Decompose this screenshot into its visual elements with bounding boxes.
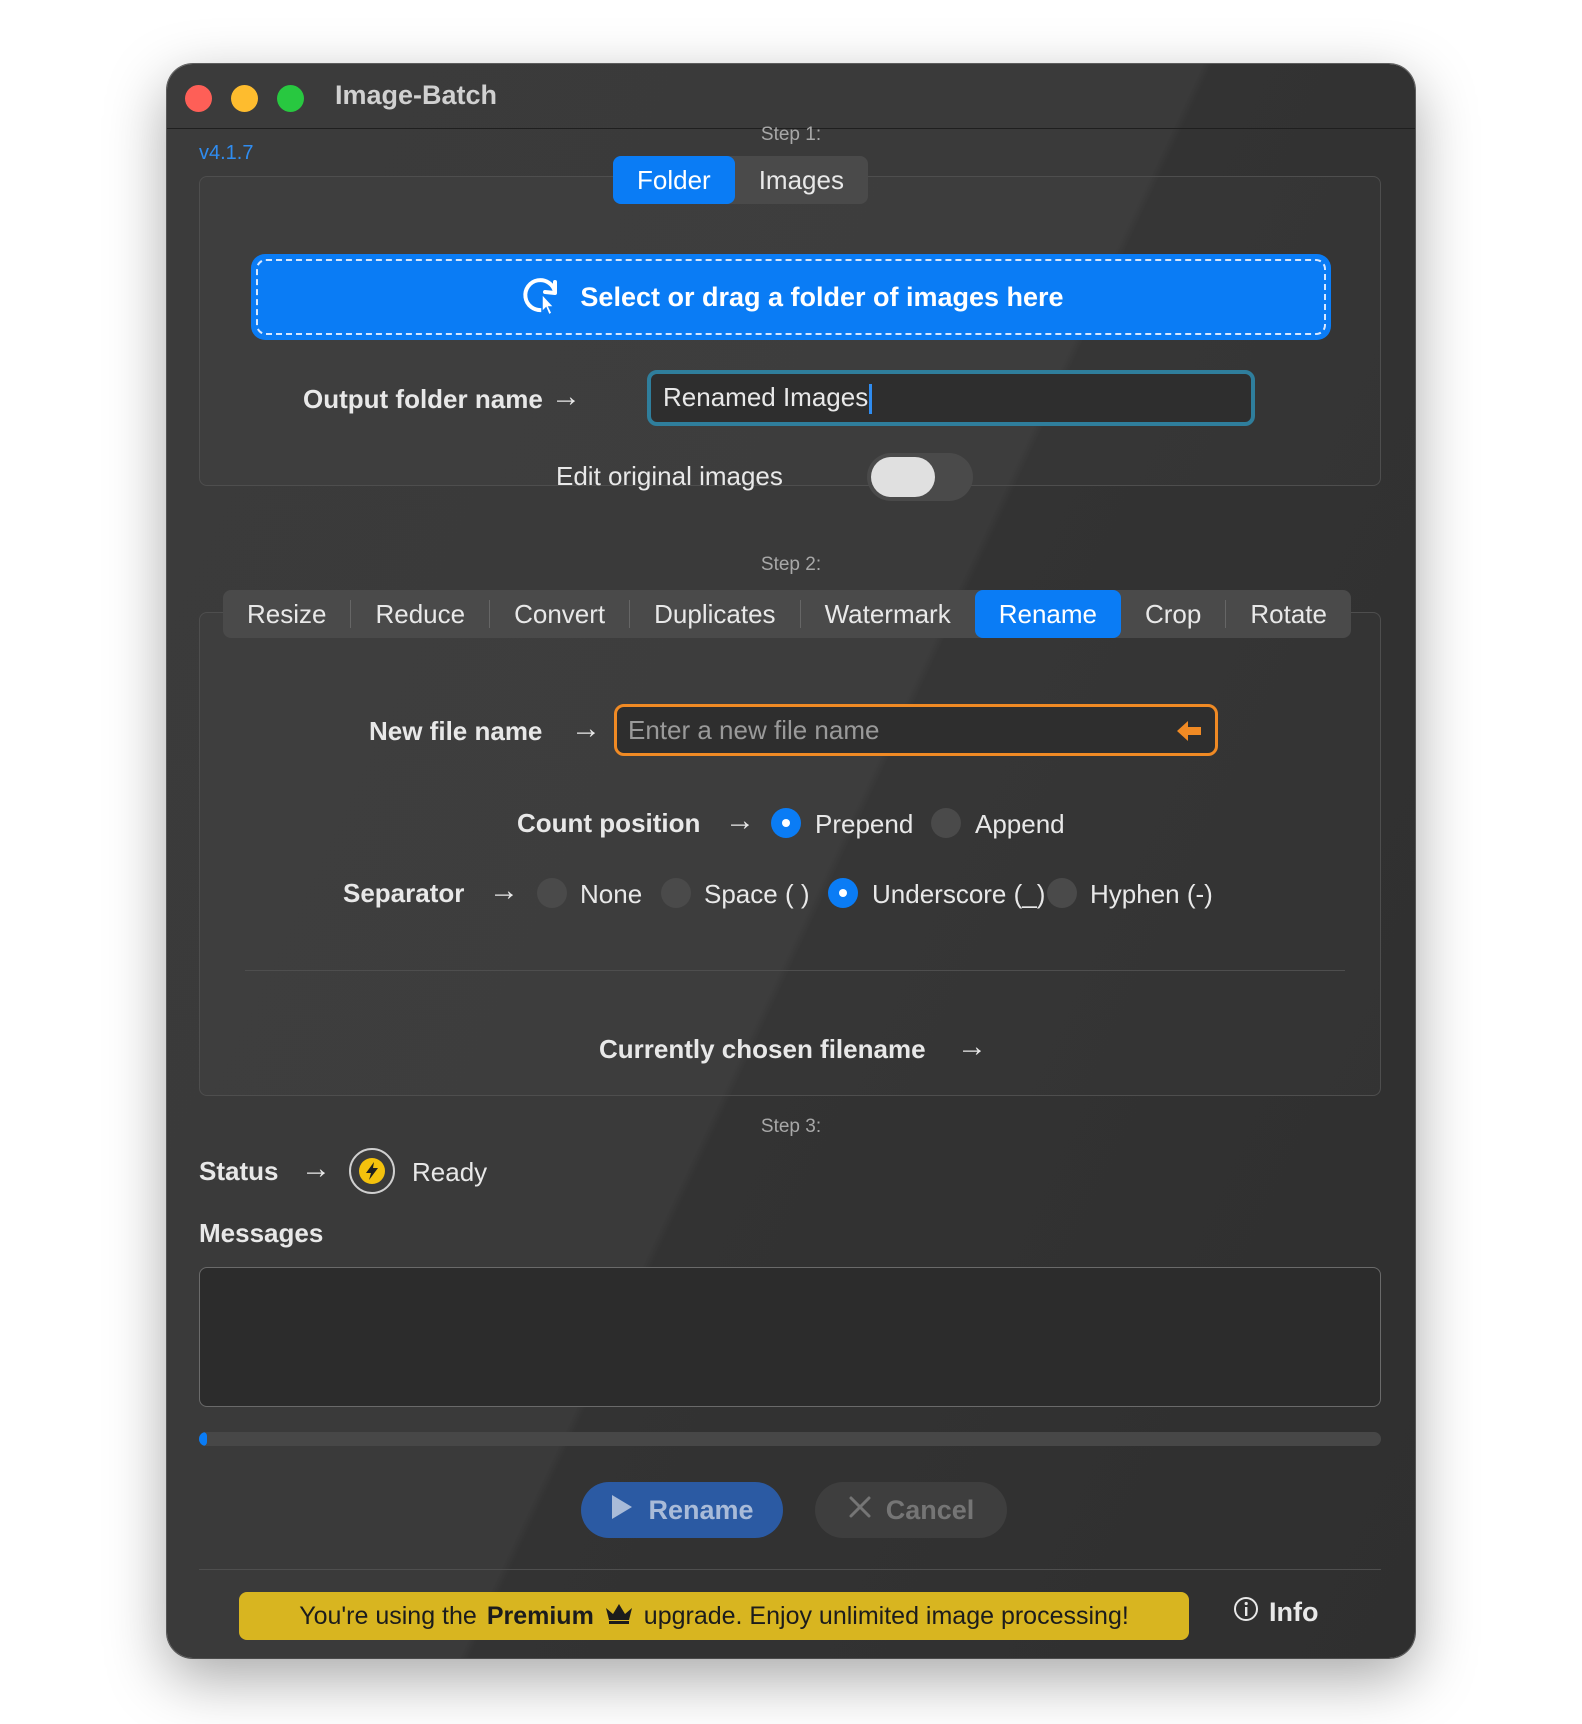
arrow-right-icon: → [571,712,601,745]
minimize-window-button[interactable] [231,85,258,112]
arrow-right-icon: → [489,874,519,907]
tab-reduce[interactable]: Reduce [351,590,489,638]
radio-prepend[interactable] [771,808,801,838]
append-label: Append [975,809,1065,839]
separator-underscore-label: Underscore (_) [872,879,1046,909]
folder-dropzone[interactable]: Select or drag a folder of images here [251,254,1331,340]
zoom-window-button[interactable] [277,85,304,112]
close-x-icon [848,1495,872,1526]
tab-folder[interactable]: Folder [613,156,735,204]
separator-hyphen-label: Hyphen (-) [1090,879,1213,909]
progress-bar [199,1432,1381,1446]
status-value: Ready [412,1157,488,1187]
source-type-segmented-control: Folder Images [613,156,868,204]
arrow-right-icon: → [725,804,755,837]
title-bar: Image-Batch [167,64,1415,129]
play-icon [610,1494,634,1527]
close-window-button[interactable] [185,85,212,112]
dropzone-label: Select or drag a folder of images here [580,281,1064,312]
messages-label: Messages [199,1218,324,1248]
new-file-name-label: New file name [369,716,543,746]
info-button[interactable]: Info [1233,1596,1318,1629]
tab-convert[interactable]: Convert [490,590,629,638]
status-label: Status [199,1156,279,1186]
step1-label: Step 1: [760,124,822,145]
radio-separator-hyphen[interactable] [1047,878,1077,908]
radio-append[interactable] [931,808,961,838]
radio-separator-underscore[interactable] [828,878,858,908]
separator-none-label: None [580,879,643,909]
arrow-right-icon: → [551,380,581,413]
step2-divider [245,970,1345,971]
premium-banner: You're using the Premium upgrade. Enjoy … [239,1592,1189,1640]
tab-images[interactable]: Images [735,156,868,204]
footer-divider [199,1569,1381,1570]
chosen-filename-label: Currently chosen filename [599,1034,926,1064]
tab-duplicates[interactable]: Duplicates [630,590,799,638]
operation-tabs: Resize Reduce Convert Duplicates Waterma… [223,590,1351,638]
window-title: Image-Batch [335,80,498,110]
step2-label: Step 2: [760,554,822,575]
prepend-label: Prepend [815,809,914,839]
separator-space-label: Space ( ) [704,879,810,909]
orange-arrow-left-icon [1175,719,1203,750]
new-file-name-input[interactable]: Enter a new file name [614,704,1218,756]
radio-separator-none[interactable] [537,878,567,908]
info-icon [1233,1596,1259,1629]
output-folder-input[interactable]: Renamed Images [647,370,1255,426]
step2-panel [199,612,1381,1096]
cancel-button[interactable]: Cancel [815,1482,1007,1538]
rename-button[interactable]: Rename [581,1482,783,1538]
app-window: Image-Batch v4.1.7 Step 1: Folder Images… [167,64,1415,1658]
output-folder-label: Output folder name [303,384,543,414]
arrow-right-icon: → [301,1152,331,1185]
count-position-label: Count position [517,808,701,838]
edit-original-label: Edit original images [556,461,783,491]
tab-crop[interactable]: Crop [1121,590,1225,638]
lightning-icon [349,1148,395,1194]
separator-label: Separator [343,878,465,908]
pointer-refresh-icon [518,272,564,323]
crown-icon [604,1601,634,1632]
messages-textarea[interactable] [199,1267,1381,1407]
step3-label: Step 3: [760,1116,822,1137]
tab-watermark[interactable]: Watermark [801,590,975,638]
tab-resize[interactable]: Resize [223,590,350,638]
tab-rename[interactable]: Rename [974,590,1121,638]
tab-rotate[interactable]: Rotate [1226,590,1351,638]
radio-separator-space[interactable] [661,878,691,908]
arrow-right-icon: → [957,1030,987,1063]
edit-original-toggle[interactable] [867,453,973,501]
